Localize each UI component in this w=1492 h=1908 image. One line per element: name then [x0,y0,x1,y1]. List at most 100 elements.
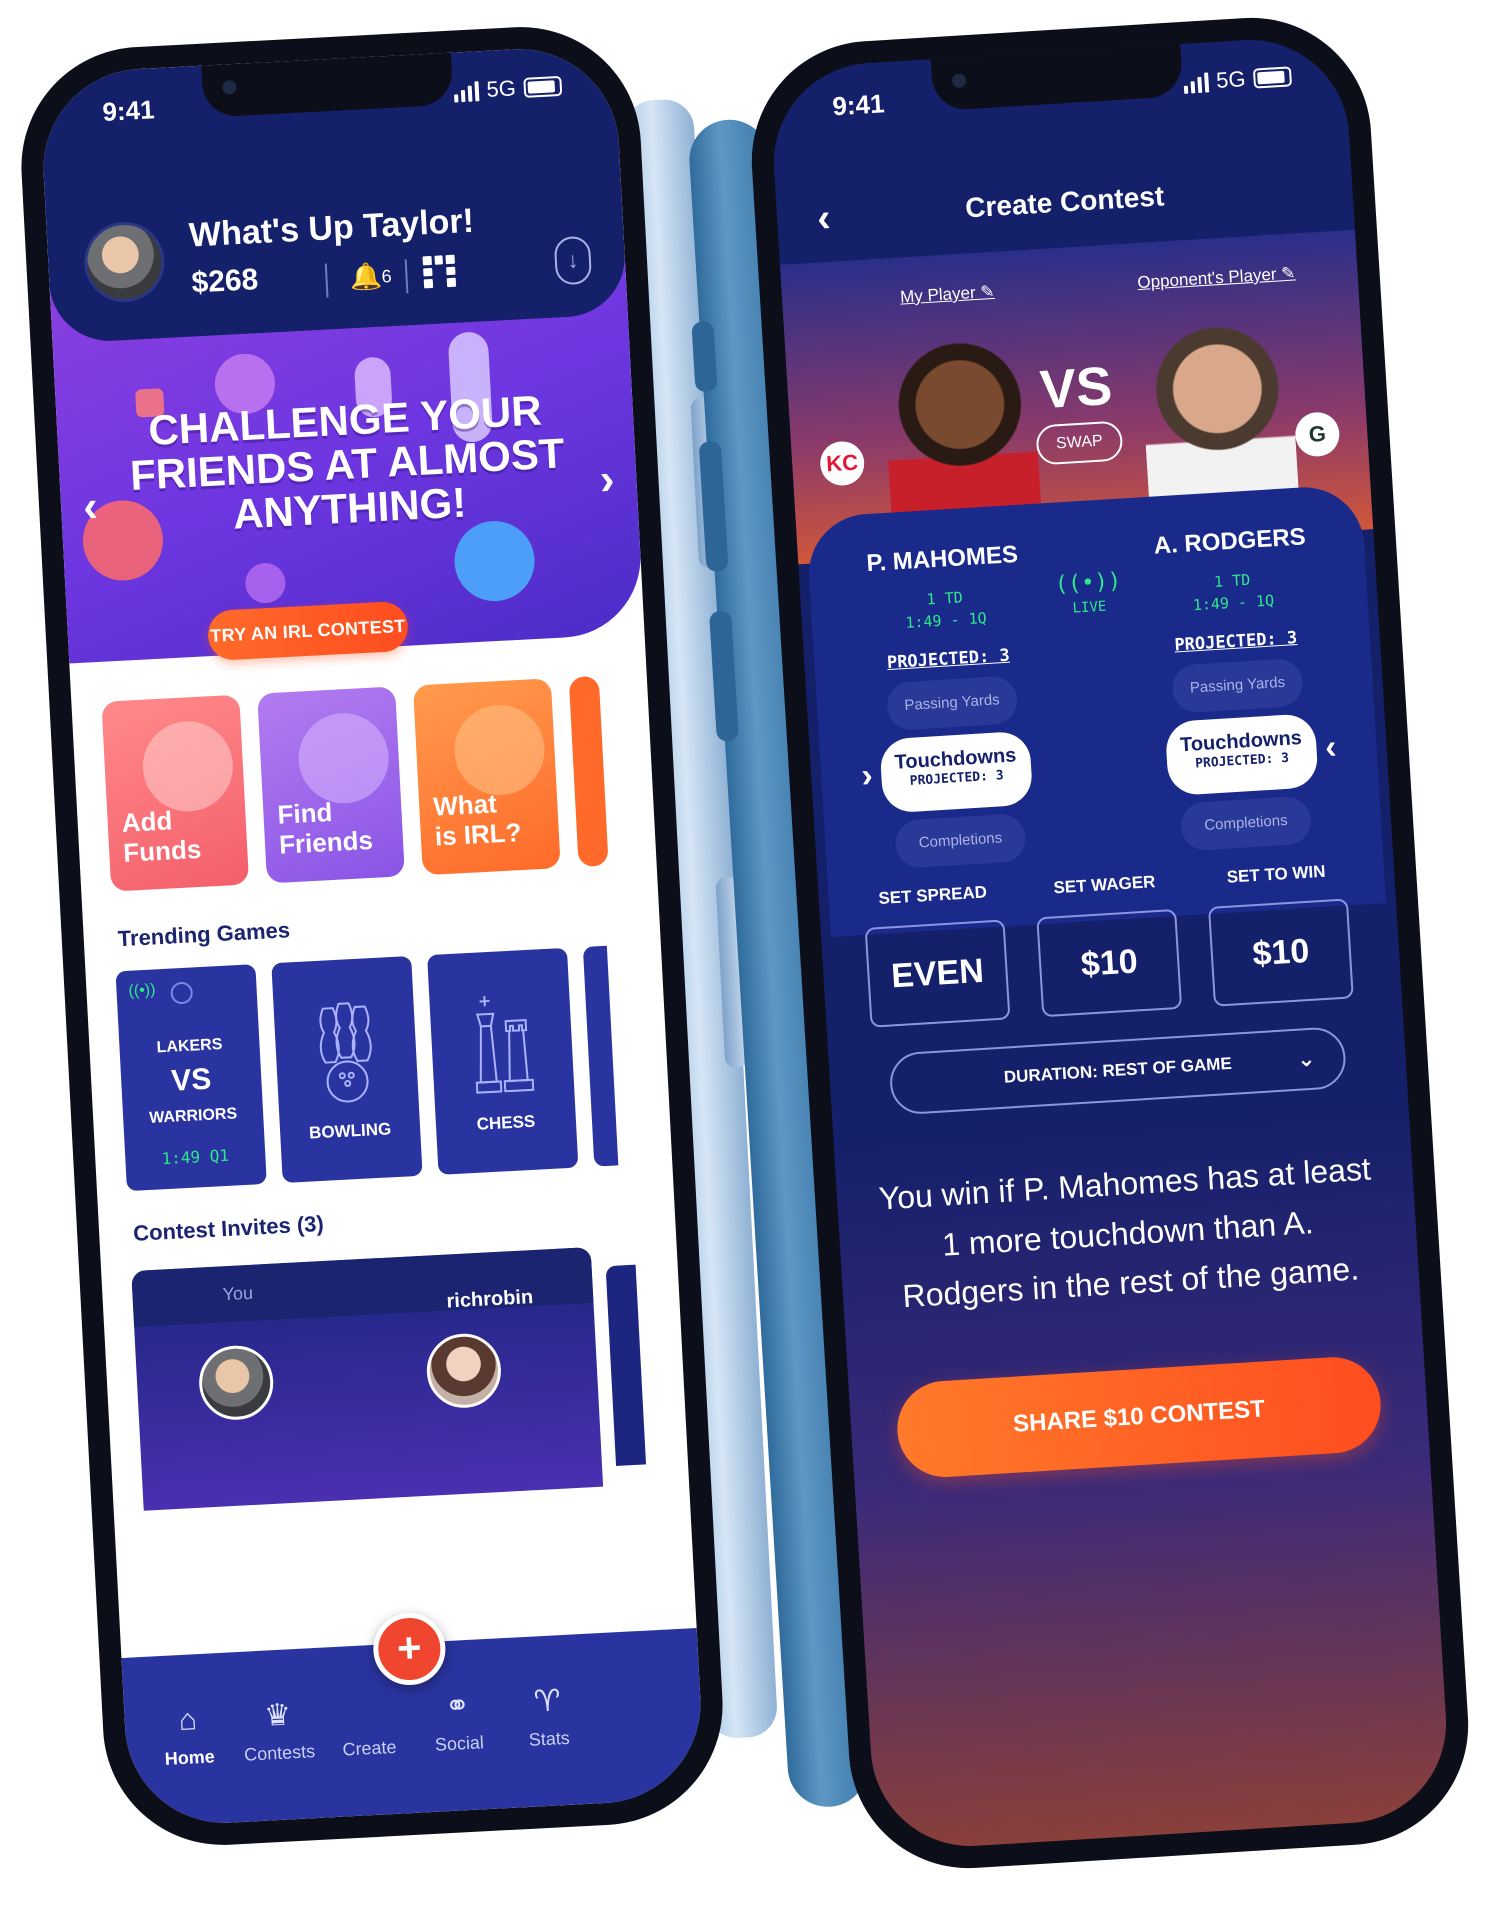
player-live-stat: 1 TD 1:49 - 1Q [904,588,988,632]
hands-icon [296,710,391,806]
set-spread: SET SPREAD EVEN [862,881,1011,1028]
invite-header: You richrobin [131,1246,594,1327]
chiefs-logo-icon: KC [818,440,866,487]
camera-icon [951,73,967,89]
player-name: A. RODGERS [1153,523,1307,560]
network-label: 5G [1215,66,1247,93]
add-funds-tile[interactable]: Add Funds [101,694,250,892]
set-to-win: SET TO WIN $10 [1206,860,1354,1007]
divider [324,263,329,298]
balance[interactable]: $268 [191,263,259,300]
basketball-icon [170,981,194,1005]
chevron-down-icon: ⌄ [1296,1045,1317,1072]
page-title: Create Contest [964,180,1166,224]
game-label: CHESS [476,1111,536,1134]
duration-dropdown[interactable]: DURATION: REST OF GAME ⌄ [888,1025,1348,1116]
find-friends-tile[interactable]: Find Friends [257,686,405,884]
more-invite-card[interactable] [605,1264,647,1466]
live-indicator: ((•)) LIVE [1054,568,1122,617]
game-label: BOWLING [308,1119,392,1143]
bell-icon[interactable]: 🔔 [349,261,383,294]
contest-invite-card[interactable]: You richrobin [131,1246,604,1511]
battery-icon [523,75,563,98]
spread-input[interactable]: EVEN [864,919,1011,1028]
stat-option[interactable]: Completions [894,813,1027,869]
download-icon[interactable]: ↓ [553,235,593,286]
stat-picker-right[interactable]: Passing Yards Touchdowns PROJECTED: 3 Com… [1161,657,1323,860]
what-is-irl-tile[interactable]: What is IRL? [412,678,561,876]
contest-invites-title: Contest Invites (3) [132,1210,325,1246]
battery-icon [1252,66,1293,89]
invite-opponent: richrobin [445,1286,534,1313]
more-game-card[interactable] [582,945,619,1167]
social-icon: ⚭ [443,1688,471,1724]
tab-create[interactable]: +Create [322,1692,415,1762]
avatar [424,1331,503,1410]
cup-decoration [452,519,537,604]
live-game-card[interactable]: ((•)) LAKERS VS WARRIORS 1:49 Q1 [115,964,267,1192]
tile-label: What is IRL? [432,788,523,852]
piggy-bank-icon [140,719,236,814]
opponent-player-link[interactable]: Opponent's Player ✎ [1137,263,1296,293]
tab-stats[interactable]: ♈ Stats [501,1682,594,1753]
contest-summary: You win if P. Mahomes has at least 1 mor… [877,1150,1372,1315]
trending-games: ((•)) LAKERS VS WARRIORS 1:49 Q1 BOWLING… [115,945,619,1192]
quick-actions: Add Funds Find Friends What is IRL? [101,675,609,892]
signal-icon [453,79,480,103]
avatar [197,1343,276,1422]
bowling-icon [319,1002,372,1103]
chess-card[interactable]: CHESS [427,947,579,1175]
hero-title: CHALLENGE YOUR FRIENDS AT ALMOST ANYTHIN… [126,386,568,542]
invite-you-label: You [222,1282,254,1305]
mute-switch [691,321,718,393]
wager-input[interactable]: $10 [1036,908,1183,1018]
duration-value: DURATION: REST OF GAME [1003,1053,1233,1087]
team-name: LAKERS [156,1035,223,1057]
qr-code-icon[interactable] [422,254,457,289]
stat-option-selected[interactable]: Touchdowns PROJECTED: 3 [1164,713,1319,797]
status-time: 9:41 [831,88,886,122]
network-label: 5G [485,75,517,102]
my-player-link[interactable]: My Player ✎ [900,282,996,308]
trophy-icon [452,702,547,798]
home-icon: ⌂ [177,1703,198,1738]
tab-social[interactable]: ⚭ Social [412,1686,505,1757]
donut-decoration [244,562,287,605]
player-live-stat: 1 TD 1:49 - 1Q [1192,570,1275,615]
hero-next-icon[interactable]: › [599,455,616,506]
select-arrow-icon: › [860,756,874,795]
swap-button[interactable]: SWAP [1035,420,1124,466]
share-contest-button[interactable]: SHARE $10 CONTEST [894,1354,1384,1480]
avatar[interactable] [82,219,167,305]
player-projection[interactable]: PROJECTED: 3 [838,643,1059,676]
stat-option[interactable]: Completions [1179,795,1313,852]
team-name: WARRIORS [148,1105,238,1127]
bowling-card[interactable]: BOWLING [271,955,423,1184]
notification-count: 6 [380,266,393,287]
tile-label: Add Funds [120,805,202,868]
more-tile[interactable] [568,675,609,868]
player-name: P. MAHOMES [865,540,1019,578]
stat-option-selected[interactable]: Touchdowns PROJECTED: 3 [879,730,1034,814]
tab-contests[interactable]: ♛ Contests [232,1696,325,1767]
to-win-input[interactable]: $10 [1207,898,1354,1007]
set-wager: SET WAGER $10 [1034,871,1183,1018]
select-arrow-icon: ‹ [1323,727,1338,767]
trophy-icon: ♛ [263,1698,292,1733]
tab-home[interactable]: ⌂ Home [142,1701,235,1771]
create-button[interactable]: + [371,1611,448,1687]
hero-prev-icon[interactable]: ‹ [82,482,99,533]
stat-picker-left[interactable]: Passing Yards Touchdowns PROJECTED: 3 Com… [876,675,1038,878]
status-time: 9:41 [101,94,156,127]
vs-label: VS [170,1062,213,1098]
stat-option[interactable]: Passing Yards [885,675,1019,732]
home-phone: 9:41 5G ‹ › CHALLENGE YOUR FRIENDS AT AL… [15,21,779,1851]
packers-logo-icon: G [1294,411,1341,458]
live-icon: ((•)) [128,981,156,1000]
try-irl-contest-button[interactable]: TRY AN IRL CONTEST [206,600,410,662]
stat-option[interactable]: Passing Yards [1171,657,1304,714]
contest-phone: 9:41 5G ‹ Create Contest My Player ✎ Opp… [687,10,1476,1876]
stats-icon: ♈ [532,1684,562,1719]
live-signal-icon: ((•)) [1054,568,1122,598]
player-projection[interactable]: PROJECTED: 3 [1125,625,1346,658]
